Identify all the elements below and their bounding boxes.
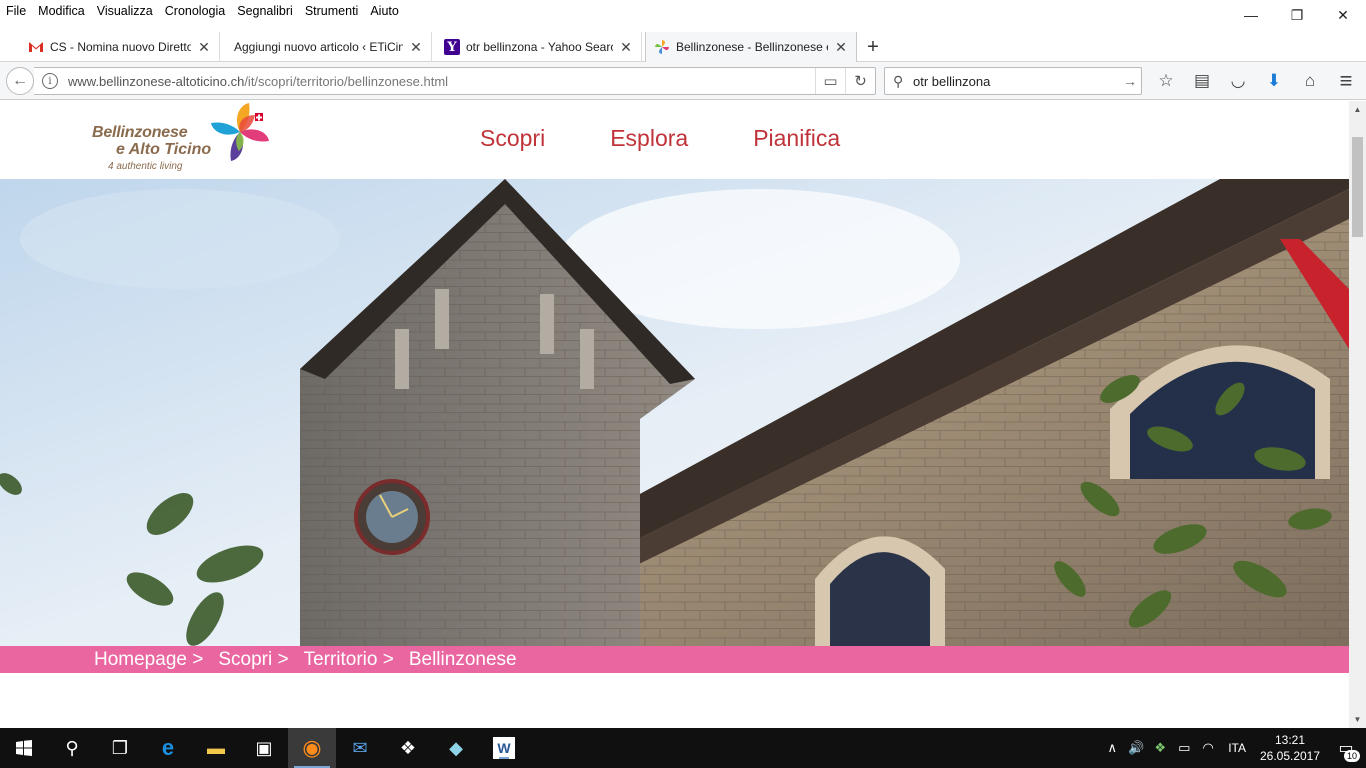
menu-file[interactable]: File: [0, 4, 32, 18]
app-icon[interactable]: ◆: [432, 728, 480, 768]
page-scrollbar[interactable]: ▲ ▼: [1349, 101, 1366, 728]
new-tab-button[interactable]: +: [862, 32, 884, 62]
tab-yahoo[interactable]: Y otr bellinzona - Yahoo Search ✕: [436, 32, 642, 62]
menu-visualizza[interactable]: Visualizza: [91, 4, 159, 18]
windows-taskbar: ⚲ ❐ e ▬ ▣ ◉ ✉ ❖ ◆ W ∧ 🔊 ❖ ▭ ◠ ITA 13:21 …: [0, 728, 1366, 768]
nav-esplora[interactable]: Esplora: [610, 125, 688, 152]
tray-chevron-icon[interactable]: ∧: [1100, 728, 1124, 768]
logo-line-2: e Alto Ticino: [116, 141, 212, 158]
scroll-up-arrow-icon[interactable]: ▲: [1349, 101, 1366, 118]
clock[interactable]: 13:21 26.05.2017: [1254, 732, 1326, 764]
breadcrumb-territorio[interactable]: Territorio >: [304, 649, 394, 671]
tab-title: otr bellinzona - Yahoo Search: [466, 40, 613, 54]
nav-pianifica[interactable]: Pianifica: [753, 125, 840, 152]
downloads-icon[interactable]: ⬇: [1256, 67, 1292, 95]
outlook-icon[interactable]: ✉: [336, 728, 384, 768]
firefox-icon[interactable]: ◉: [288, 728, 336, 768]
site-info-icon[interactable]: i: [42, 73, 58, 89]
pinwheel-icon: [654, 39, 670, 55]
pocket-icon[interactable]: ◡: [1220, 67, 1256, 95]
close-tab-icon[interactable]: ✕: [619, 39, 633, 56]
site-header: Bellinzonese e Alto Ticino 4 authentic l…: [0, 101, 1349, 179]
battery-icon[interactable]: ▭: [1172, 728, 1196, 768]
site-main-nav: Scopri Esplora Pianifica: [480, 125, 905, 152]
search-go-icon[interactable]: →: [1119, 73, 1141, 89]
tab-gmail[interactable]: CS - Nomina nuovo Direttore ✕: [20, 32, 220, 62]
menu-strumenti[interactable]: Strumenti: [299, 4, 365, 18]
word-icon[interactable]: W: [493, 737, 515, 759]
volume-icon[interactable]: 🔊: [1124, 728, 1148, 768]
tab-wordpress[interactable]: Aggiungi nuovo articolo ‹ ETiCinema ✕: [222, 32, 432, 62]
page-viewport: Bellinzonese e Alto Ticino 4 authentic l…: [0, 101, 1349, 728]
dropbox-tray-icon[interactable]: ❖: [1148, 728, 1172, 768]
scrollbar-thumb[interactable]: [1352, 137, 1363, 237]
tab-title: Bellinzonese - Bellinzonese e Alto Ticin…: [676, 40, 828, 54]
close-tab-icon[interactable]: ✕: [409, 39, 423, 56]
tab-title: Aggiungi nuovo articolo ‹ ETiCinema: [234, 40, 403, 54]
menu-modifica[interactable]: Modifica: [32, 4, 91, 18]
search-icon: ⚲: [893, 72, 904, 89]
breadcrumb: Homepage > Scopri > Territorio > Bellinz…: [0, 646, 1349, 673]
notification-count-badge: 10: [1343, 750, 1360, 762]
reader-view-icon[interactable]: ▭: [815, 68, 845, 94]
toolbar-icons: ☆ ▤ ◡ ⬇ ⌂ ≡: [1148, 67, 1364, 95]
tab-strip: CS - Nomina nuovo Direttore ✕ Aggiungi n…: [0, 32, 1366, 62]
url-path: /it/scopri/territorio/bellinzonese.html: [244, 73, 449, 89]
home-icon[interactable]: ⌂: [1292, 67, 1328, 95]
search-icon[interactable]: ⚲: [48, 728, 96, 768]
system-tray: ∧ 🔊 ❖ ▭ ◠ ITA 13:21 26.05.2017 ▭ 10: [1100, 728, 1366, 768]
menubar: File Modifica Visualizza Cronologia Segn…: [0, 0, 1366, 22]
yahoo-icon: Y: [444, 39, 460, 55]
close-tab-icon[interactable]: ✕: [834, 39, 848, 56]
reload-icon[interactable]: ↻: [845, 68, 875, 94]
edge-icon[interactable]: e: [144, 728, 192, 768]
url-host: www.bellinzonese-altoticino.ch: [68, 73, 245, 89]
menu-cronologia[interactable]: Cronologia: [159, 4, 231, 18]
restore-button[interactable]: ❐: [1274, 0, 1320, 30]
store-icon[interactable]: ▣: [240, 728, 288, 768]
library-icon[interactable]: ▤: [1184, 67, 1220, 95]
close-tab-icon[interactable]: ✕: [197, 39, 211, 56]
clock-date: 26.05.2017: [1259, 749, 1321, 763]
clock-time: 13:21: [1274, 733, 1306, 747]
tab-bellinzonese[interactable]: Bellinzonese - Bellinzonese e Alto Ticin…: [645, 32, 857, 62]
wifi-icon[interactable]: ◠: [1196, 728, 1220, 768]
dropbox-icon[interactable]: ❖: [384, 728, 432, 768]
url-bar[interactable]: i www.bellinzonese-altoticino.ch/it/scop…: [34, 67, 876, 95]
url-text[interactable]: www.bellinzonese-altoticino.ch/it/scopri…: [68, 74, 815, 89]
breadcrumb-bellinzonese: Bellinzonese: [408, 648, 517, 670]
breadcrumb-scopri[interactable]: Scopri >: [218, 649, 288, 671]
hamburger-menu-icon[interactable]: ≡: [1328, 67, 1364, 95]
language-indicator[interactable]: ITA: [1220, 741, 1254, 755]
pinwheel-logo-icon: [211, 103, 269, 161]
gmail-icon: [28, 39, 44, 55]
logo-tagline: 4 authentic living: [108, 161, 183, 172]
task-view-icon[interactable]: ❐: [96, 728, 144, 768]
tab-title: CS - Nomina nuovo Direttore: [50, 40, 191, 54]
file-explorer-icon[interactable]: ▬: [192, 728, 240, 768]
site-logo[interactable]: Bellinzonese e Alto Ticino 4 authentic l…: [92, 101, 272, 179]
action-center-icon[interactable]: ▭ 10: [1326, 728, 1366, 768]
scroll-down-arrow-icon[interactable]: ▼: [1349, 711, 1366, 728]
window-controls: — ❐ ✕: [1228, 0, 1366, 30]
menu-segnalibri[interactable]: Segnalibri: [231, 4, 299, 18]
hero-image: [0, 179, 1349, 646]
search-input[interactable]: [913, 73, 1119, 89]
logo-line-1: Bellinzonese: [92, 124, 188, 141]
search-bar[interactable]: ⚲ →: [884, 67, 1142, 95]
bookmark-star-icon[interactable]: ☆: [1148, 67, 1184, 95]
nav-scopri[interactable]: Scopri: [480, 125, 545, 152]
windows-start-icon[interactable]: [0, 728, 48, 768]
minimize-button[interactable]: —: [1228, 0, 1274, 30]
navigation-toolbar: ← i www.bellinzonese-altoticino.ch/it/sc…: [0, 62, 1366, 100]
close-window-button[interactable]: ✕: [1320, 0, 1366, 30]
breadcrumb-homepage[interactable]: Homepage >: [94, 649, 203, 671]
menu-aiuto[interactable]: Aiuto: [364, 4, 405, 18]
back-button[interactable]: ←: [6, 67, 34, 95]
